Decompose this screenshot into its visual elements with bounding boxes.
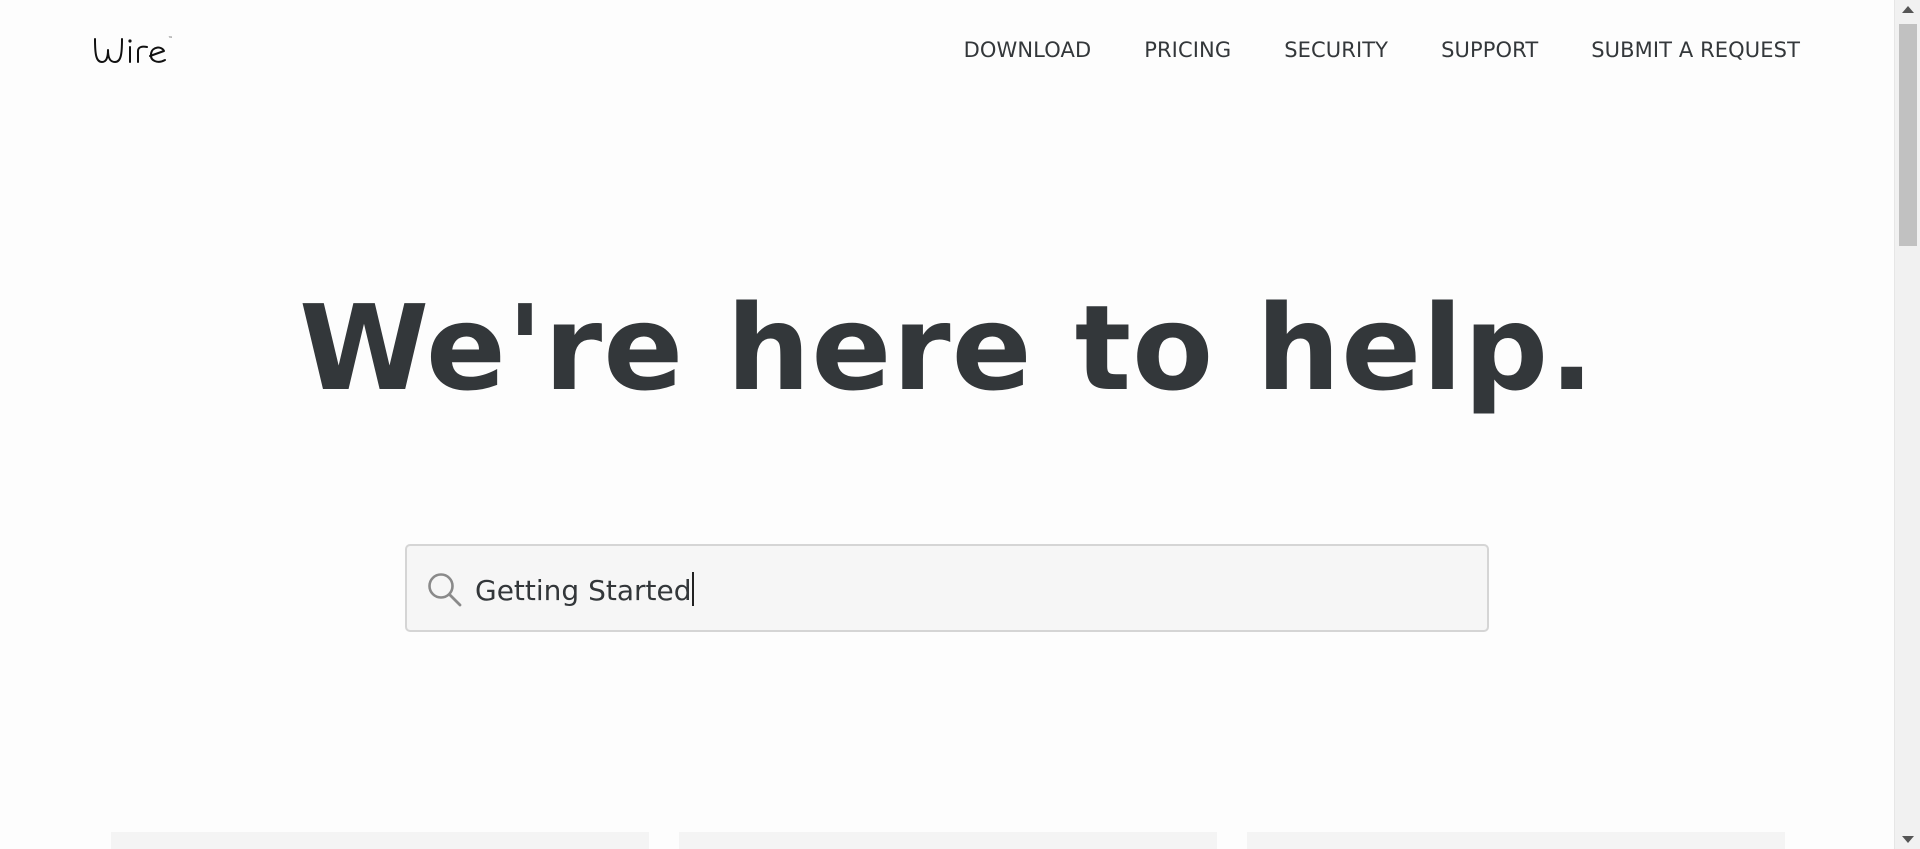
nav-submit-request-link[interactable]: SUBMIT A REQUEST [1591,38,1800,62]
text-cursor [692,572,695,606]
scrollbar-thumb[interactable] [1899,24,1917,246]
svg-text:™: ™ [168,36,173,42]
vertical-scrollbar[interactable] [1894,0,1920,849]
nav-security-link[interactable]: SECURITY [1284,38,1388,62]
help-center-page: ™ DOWNLOAD PRICING SECURITY SUPPORT SUBM… [0,0,1920,849]
category-card[interactable] [679,832,1217,849]
scroll-up-arrow-icon[interactable] [1902,6,1914,13]
hero-title: We're here to help. [298,279,1596,417]
search-box[interactable]: Getting Started [405,544,1489,632]
main-nav: DOWNLOAD PRICING SECURITY SUPPORT SUBMIT… [911,38,1800,62]
search-input-value: Getting Started [475,574,692,607]
wire-logo-icon: ™ [94,36,173,63]
scroll-down-arrow-icon[interactable] [1902,836,1914,843]
nav-pricing-link[interactable]: PRICING [1144,38,1231,62]
search-input[interactable]: Getting Started [475,572,695,607]
wire-logo[interactable]: ™ [92,30,182,70]
category-card[interactable] [1247,832,1785,849]
nav-support-link[interactable]: SUPPORT [1441,38,1538,62]
site-header: ™ DOWNLOAD PRICING SECURITY SUPPORT SUBM… [0,0,1894,100]
search-icon [428,573,462,607]
category-card[interactable] [111,832,649,849]
nav-download-link[interactable]: DOWNLOAD [964,38,1092,62]
